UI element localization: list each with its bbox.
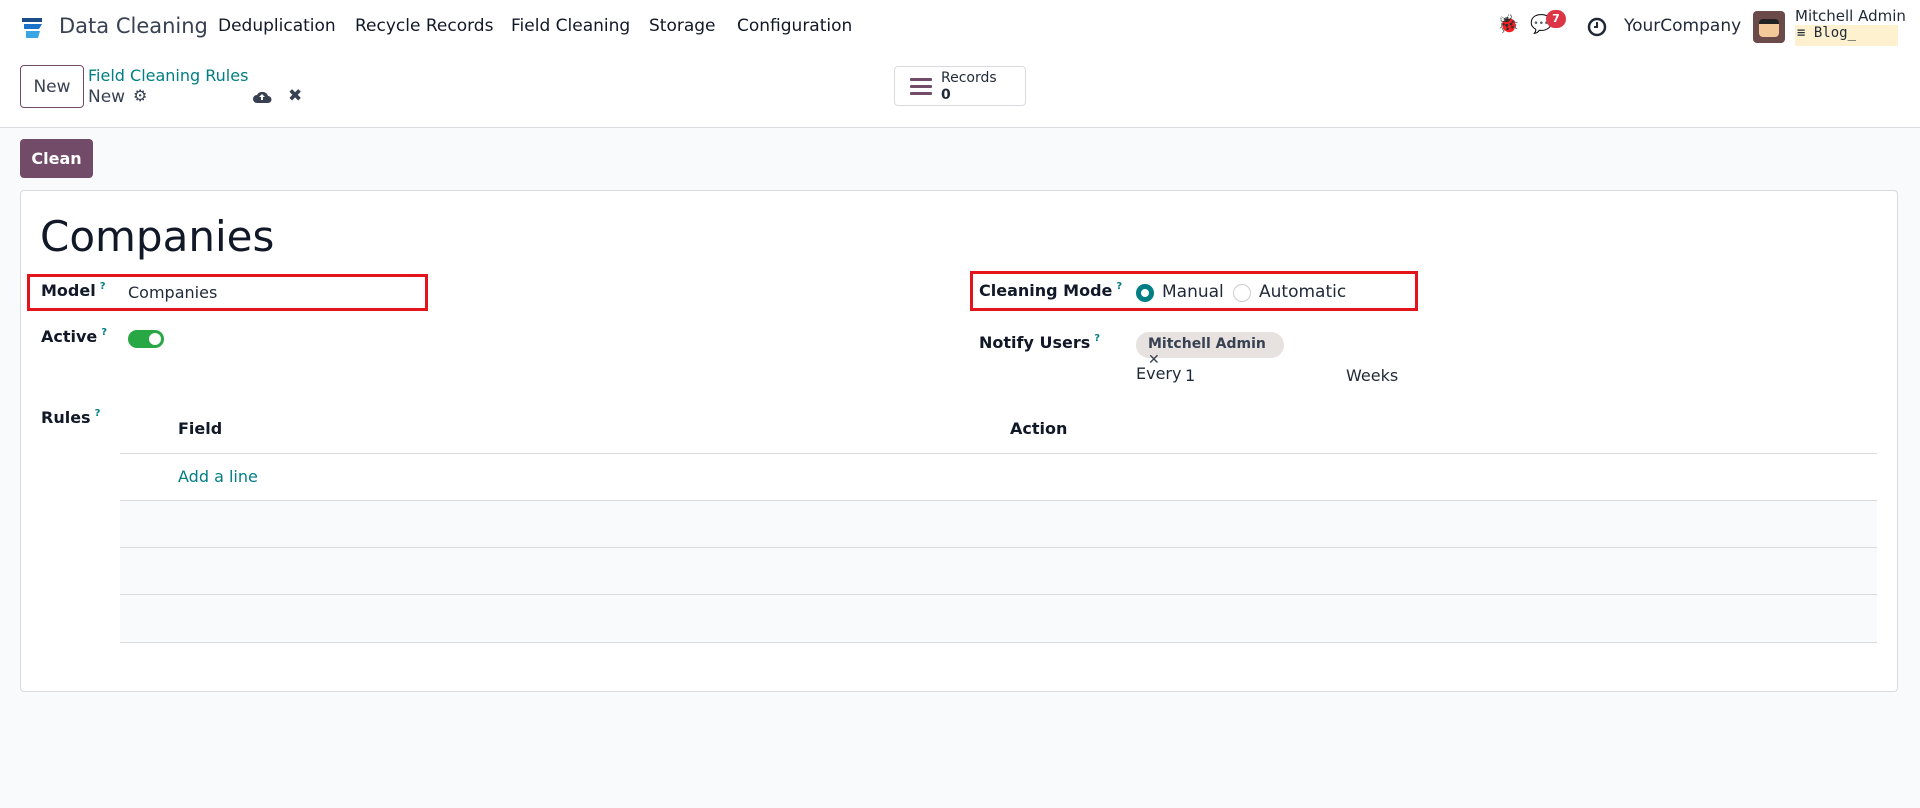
app-logo-icon[interactable] [20,16,44,40]
active-label: Active? [41,327,107,346]
record-title[interactable]: Companies [40,212,274,261]
top-navbar: Data Cleaning Deduplication Recycle Reco… [0,0,1920,56]
table-divider [120,594,1877,595]
interval-unit-select[interactable]: Weeks [1346,366,1398,385]
model-field[interactable]: Companies [128,283,217,302]
menu-recycle-records[interactable]: Recycle Records [355,16,493,36]
column-field[interactable]: Field [178,419,222,438]
table-divider [120,642,1877,643]
menu-configuration[interactable]: Configuration [737,16,852,36]
message-count-badge: 7 [1546,10,1566,28]
save-cloud-icon[interactable] [252,88,272,104]
table-divider [120,453,1877,454]
radio-manual-label[interactable]: Manual [1162,282,1224,302]
interval-input[interactable]: 1 [1185,366,1195,385]
debug-bug-icon[interactable]: 🐞 [1497,14,1519,35]
active-toggle[interactable] [128,330,164,348]
help-icon[interactable]: ? [1116,281,1122,292]
new-button[interactable]: New [20,65,84,108]
radio-automatic-label[interactable]: Automatic [1259,282,1346,302]
help-icon[interactable]: ? [101,327,107,338]
cleaning-mode-label-text: Cleaning Mode [979,281,1113,300]
menu-deduplication[interactable]: Deduplication [218,16,336,36]
notify-users-label: Notify Users? [979,333,1100,352]
user-tag: Mitchell Admin ✕ [1136,332,1284,368]
menu-storage[interactable]: Storage [649,16,716,36]
database-badge: ≡ Blog_ [1795,25,1898,46]
app-title[interactable]: Data Cleaning [59,14,208,38]
records-label: Records [941,70,997,86]
avatar[interactable] [1753,11,1785,43]
help-icon[interactable]: ? [1094,333,1100,344]
database-name: Blog_ [1813,25,1857,41]
help-icon[interactable]: ? [100,281,106,292]
company-switcher[interactable]: YourCompany [1624,16,1741,36]
table-divider [120,547,1877,548]
database-icon: ≡ [1797,25,1814,41]
records-smart-button[interactable]: Records 0 [894,66,1026,106]
breadcrumb-parent[interactable]: Field Cleaning Rules [88,66,248,85]
menu-field-cleaning[interactable]: Field Cleaning [511,16,630,36]
user-name[interactable]: Mitchell Admin [1795,7,1906,25]
radio-automatic[interactable] [1233,284,1251,302]
radio-manual[interactable] [1136,284,1154,302]
clean-button[interactable]: Clean [20,139,93,178]
notify-users-label-text: Notify Users [979,333,1091,352]
rules-label-text: Rules [41,408,91,427]
empty-rows [120,501,1877,642]
every-label: Every [1136,364,1182,383]
add-line-link[interactable]: Add a line [178,467,258,486]
help-icon[interactable]: ? [95,408,101,419]
column-action[interactable]: Action [1010,419,1067,438]
list-icon [910,78,932,95]
active-label-text: Active [41,327,98,346]
clock-icon[interactable] [1587,17,1607,37]
cleaning-mode-label: Cleaning Mode? [979,281,1122,300]
records-count: 0 [941,87,951,103]
breadcrumb-current: New [88,87,126,107]
user-tag-label: Mitchell Admin [1148,336,1266,352]
rules-label: Rules? [41,408,100,427]
model-label: Model? [41,281,106,300]
gear-icon[interactable]: ⚙ [133,86,147,105]
discard-icon[interactable]: ✖ [288,86,302,106]
model-label-text: Model [41,281,96,300]
